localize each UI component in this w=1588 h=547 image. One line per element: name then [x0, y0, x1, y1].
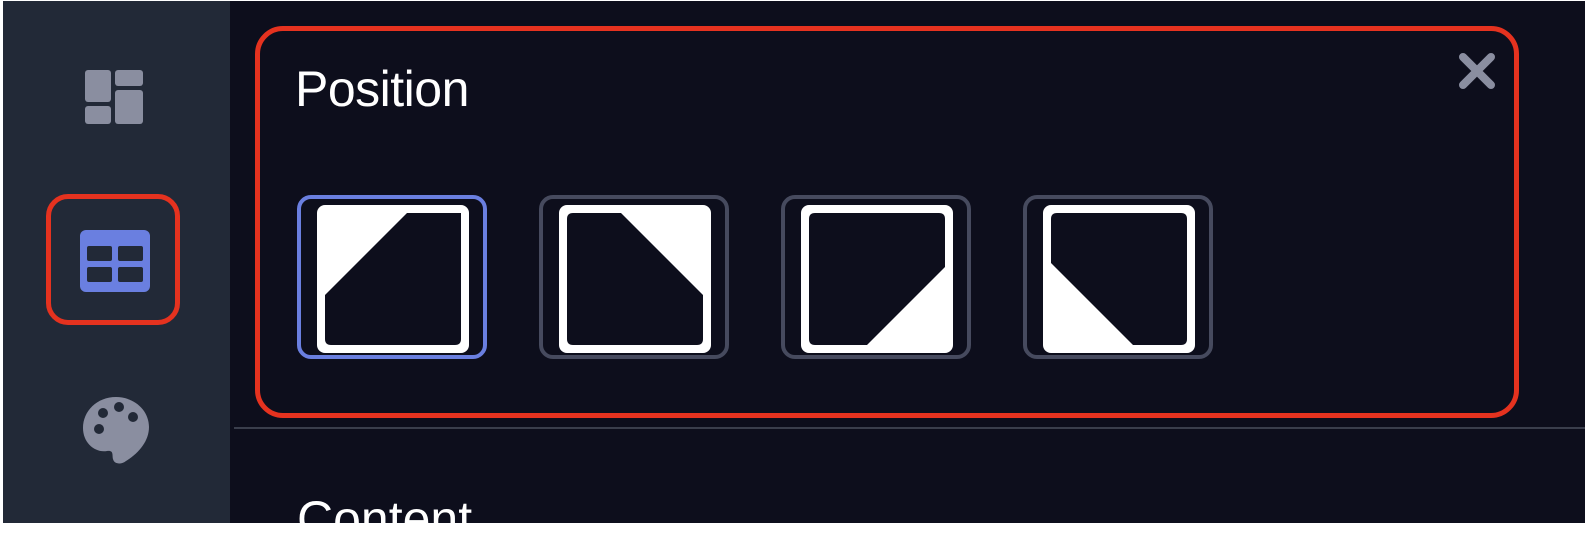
sidebar — [3, 1, 230, 523]
palette-icon — [83, 397, 149, 464]
sidebar-item-table-layout[interactable] — [77, 225, 153, 297]
position-option-bottom-right[interactable] — [781, 195, 971, 359]
table-layout-icon — [80, 230, 150, 292]
position-title: Position — [295, 61, 469, 117]
content-title: Content — [297, 491, 473, 547]
sidebar-item-palette[interactable] — [79, 393, 153, 467]
position-option-top-left[interactable] — [297, 195, 487, 359]
bottom-right-corner-icon — [801, 205, 953, 353]
position-option-bottom-left[interactable] — [1023, 195, 1213, 359]
sidebar-item-dashboard[interactable] — [81, 67, 149, 127]
bottom-left-corner-icon — [1043, 205, 1195, 353]
close-icon[interactable] — [1455, 49, 1499, 93]
top-left-corner-icon — [317, 205, 469, 353]
dashboard-icon — [85, 70, 143, 124]
position-option-top-right[interactable] — [539, 195, 729, 359]
top-right-corner-icon — [559, 205, 711, 353]
section-divider — [234, 427, 1585, 429]
